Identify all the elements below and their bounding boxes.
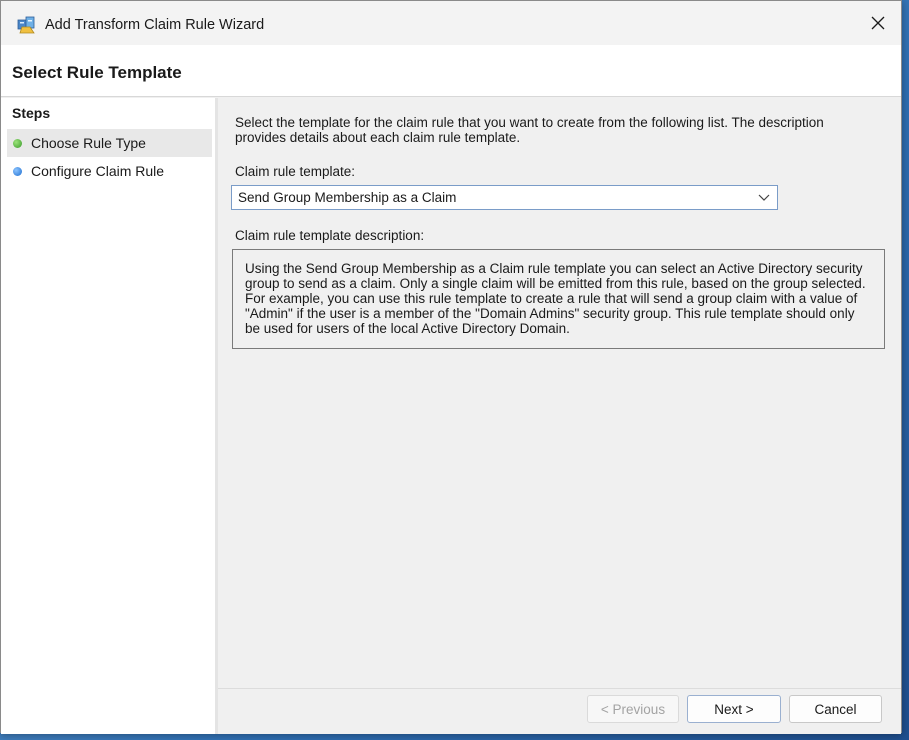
step-status-pending-icon: [13, 166, 22, 176]
title-bar: Add Transform Claim Rule Wizard: [1, 1, 901, 45]
wizard-header: Select Rule Template: [1, 45, 901, 97]
previous-button[interactable]: < Previous: [587, 695, 679, 723]
step-choose-rule-type[interactable]: Choose Rule Type: [7, 129, 212, 157]
cancel-button[interactable]: Cancel: [789, 695, 882, 723]
main-content: Select the template for the claim rule t…: [218, 98, 901, 688]
description-label: Claim rule template description:: [235, 228, 425, 243]
window-title: Add Transform Claim Rule Wizard: [45, 17, 265, 33]
page-title: Select Rule Template: [12, 63, 182, 82]
step-label: Choose Rule Type: [31, 135, 146, 151]
adfs-app-icon: [16, 14, 38, 36]
steps-heading: Steps: [12, 105, 51, 121]
chevron-down-icon: [758, 194, 770, 201]
template-description: Using the Send Group Membership as a Cla…: [232, 249, 885, 349]
wizard-window: Add Transform Claim Rule Wizard Select R…: [0, 0, 902, 734]
template-select[interactable]: Send Group Membership as a Claim: [231, 185, 778, 210]
button-bar: < Previous Next > Cancel: [218, 688, 901, 734]
template-selected-value: Send Group Membership as a Claim: [238, 190, 457, 205]
step-label: Configure Claim Rule: [31, 163, 165, 179]
template-label: Claim rule template:: [235, 164, 356, 179]
intro-text: Select the template for the claim rule t…: [235, 115, 824, 145]
steps-panel: Steps Choose Rule Type Configure Claim R…: [1, 98, 215, 734]
step-status-current-icon: [13, 138, 22, 148]
close-icon: [871, 16, 885, 30]
next-button[interactable]: Next >: [687, 695, 781, 723]
step-configure-claim-rule[interactable]: Configure Claim Rule: [7, 157, 212, 185]
close-button[interactable]: [855, 1, 901, 45]
